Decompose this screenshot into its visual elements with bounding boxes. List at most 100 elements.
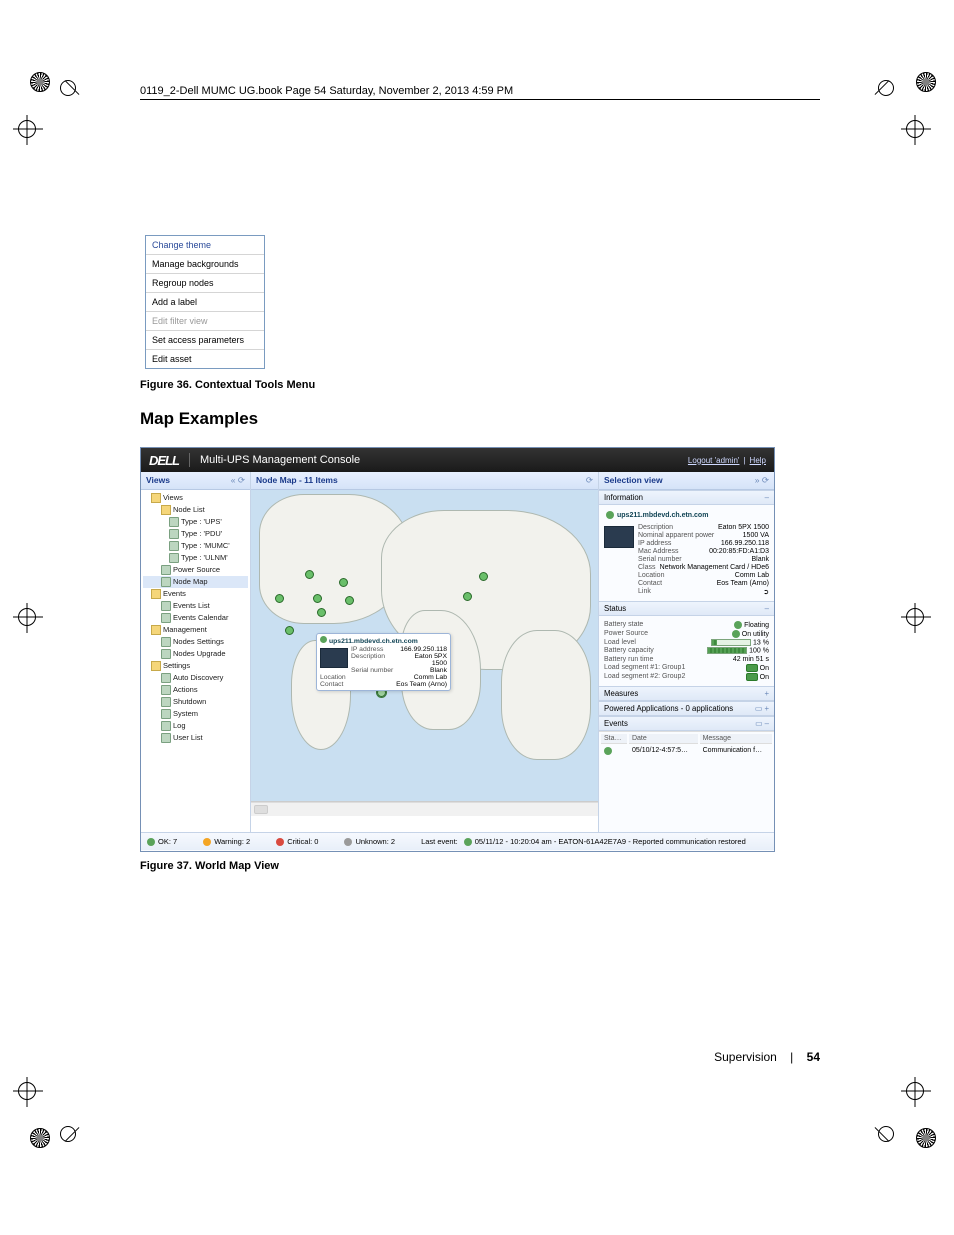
status-row: Load segment #2: Group2On [604,673,769,681]
heading-map-examples: Map Examples [140,409,820,429]
figure-36-caption: Figure 36. Contextual Tools Menu [140,379,820,391]
ctx-menu-item[interactable]: Edit filter view [146,311,264,330]
info-row: ClassNetwork Management Card / HDe6 [638,564,769,571]
ctx-menu-item[interactable]: Edit asset [146,349,264,368]
corner-mark [872,72,902,102]
register-mark [906,120,924,138]
last-event-message: 05/11/12 - 10:20:04 am - EATON-61A42E7A9… [475,837,746,846]
tree-item[interactable]: System [143,708,248,720]
selection-header-label: Selection view [604,475,663,486]
tree-item[interactable]: Type : 'UPS' [143,516,248,528]
map-header: Node Map - 11 Items ⟳ [251,472,598,490]
status-critical-count: Critical: 0 [287,837,318,846]
views-tree[interactable]: ViewsNode ListType : 'UPS'Type : 'PDU'Ty… [141,490,250,746]
tree-item[interactable]: Events [143,588,248,600]
event-date: 05/10/12-4:57:5… [629,746,698,756]
status-warning-count: Warning: 2 [214,837,250,846]
collapse-icon[interactable]: – [765,493,769,502]
tree-item[interactable]: Views [143,492,248,504]
tree-item[interactable]: Settings [143,660,248,672]
map-node[interactable] [339,578,348,587]
ctx-menu-item[interactable]: Regroup nodes [146,273,264,292]
corner-mark [52,72,82,102]
views-header: Views « ⟳ [141,472,250,490]
ctx-menu-item[interactable]: Add a label [146,292,264,311]
collapse-icon[interactable]: ▭ – [755,719,769,728]
tree-item[interactable]: Type : 'ULNM' [143,552,248,564]
status-body: Battery stateFloatingPower SourceOn util… [599,616,774,686]
register-mark [18,120,36,138]
info-row: Serial numberBlank [638,556,769,563]
events-table: Sta…DateMessage 05/10/12-4:57:5… Communi… [599,731,774,758]
map-node[interactable] [285,626,294,635]
map-node[interactable] [463,592,472,601]
map-node[interactable] [479,572,488,581]
expand-icon[interactable]: + [764,689,769,698]
topbar-separator [189,453,190,467]
tree-item[interactable]: Node Map [143,576,248,588]
tree-item[interactable]: Shutdown [143,696,248,708]
tree-item[interactable]: Auto Discovery [143,672,248,684]
tooltip-title: ups211.mbdevd.ch.etn.com [329,638,418,645]
map-node[interactable] [345,596,354,605]
console-title: Multi-UPS Management Console [200,454,360,466]
tooltip-row: ContactEos Team (Arno) [320,681,447,688]
tooltip-row: Serial numberBlank [351,667,447,674]
status-ok-icon [604,747,612,755]
selection-panel: Selection view » ⟳ Information – ups211.… [599,472,774,832]
events-column-header[interactable]: Date [629,734,698,744]
information-header: Information – [599,490,774,505]
map-node[interactable] [275,594,284,603]
views-collapse-icon[interactable]: « ⟳ [231,475,245,486]
expand-icon[interactable]: ▭ + [755,704,769,713]
ctx-menu-item[interactable]: Set access parameters [146,330,264,349]
event-row[interactable]: 05/10/12-4:57:5… Communication f… [601,746,772,756]
tooltip-row: IP address166.99.250.118 [351,646,447,653]
ctx-menu-item[interactable]: Change theme [146,236,264,254]
footer-section: Supervision [714,1050,777,1064]
register-mark [18,1082,36,1100]
events-column-header[interactable]: Sta… [601,734,627,744]
world-map[interactable]: ups211.mbdevd.ch.etn.com IP address166.9… [251,490,598,802]
tree-item[interactable]: Nodes Upgrade [143,648,248,660]
map-scrollbar[interactable] [251,802,598,816]
map-refresh-icon[interactable]: ⟳ [586,475,593,486]
tree-item[interactable]: Events List [143,600,248,612]
tree-item[interactable]: Node List [143,504,248,516]
logout-link[interactable]: Logout 'admin' [688,456,740,465]
tree-item[interactable]: Nodes Settings [143,636,248,648]
info-row: DescriptionEaton 5PX 1500 [638,524,769,531]
events-column-header[interactable]: Message [700,734,772,744]
map-node[interactable] [313,594,322,603]
tree-item[interactable]: User List [143,732,248,744]
map-node[interactable] [305,570,314,579]
tree-item[interactable]: Log [143,720,248,732]
selection-prev-next-icon[interactable]: » ⟳ [755,475,769,486]
tooltip-row: DescriptionEaton 5PX 1500 [351,653,447,667]
tree-item[interactable]: Power Source [143,564,248,576]
contextual-menu: Change themeManage backgroundsRegroup no… [145,235,265,369]
map-node[interactable] [317,608,326,617]
tree-item[interactable]: Actions [143,684,248,696]
status-row: Power SourceOn utility [604,630,769,638]
map-header-label: Node Map - 11 Items [256,475,338,486]
status-unknown-icon [344,838,352,846]
powered-apps-header: Powered Applications - 0 applications ▭ … [599,701,774,716]
status-bar: OK: 7 Warning: 2 Critical: 0 Unknown: 2 … [141,832,774,850]
ctx-menu-item[interactable]: Manage backgrounds [146,254,264,273]
console-topbar: DELL Multi-UPS Management Console Logout… [141,448,774,472]
tree-item[interactable]: Events Calendar [143,612,248,624]
measures-header: Measures + [599,686,774,701]
crop-mark [916,72,936,92]
collapse-icon[interactable]: – [765,604,769,613]
figure-37-caption: Figure 37. World Map View [140,860,820,872]
register-mark [18,608,36,626]
help-link[interactable]: Help [750,456,766,465]
selection-header: Selection view » ⟳ [599,472,774,490]
tree-item[interactable]: Type : 'PDU' [143,528,248,540]
contextual-menu-figure: Change themeManage backgroundsRegroup no… [145,235,280,369]
tree-item[interactable]: Type : 'MUMC' [143,540,248,552]
tree-item[interactable]: Management [143,624,248,636]
status-header: Status – [599,601,774,616]
powered-apps-label: Powered Applications - 0 applications [604,704,733,713]
